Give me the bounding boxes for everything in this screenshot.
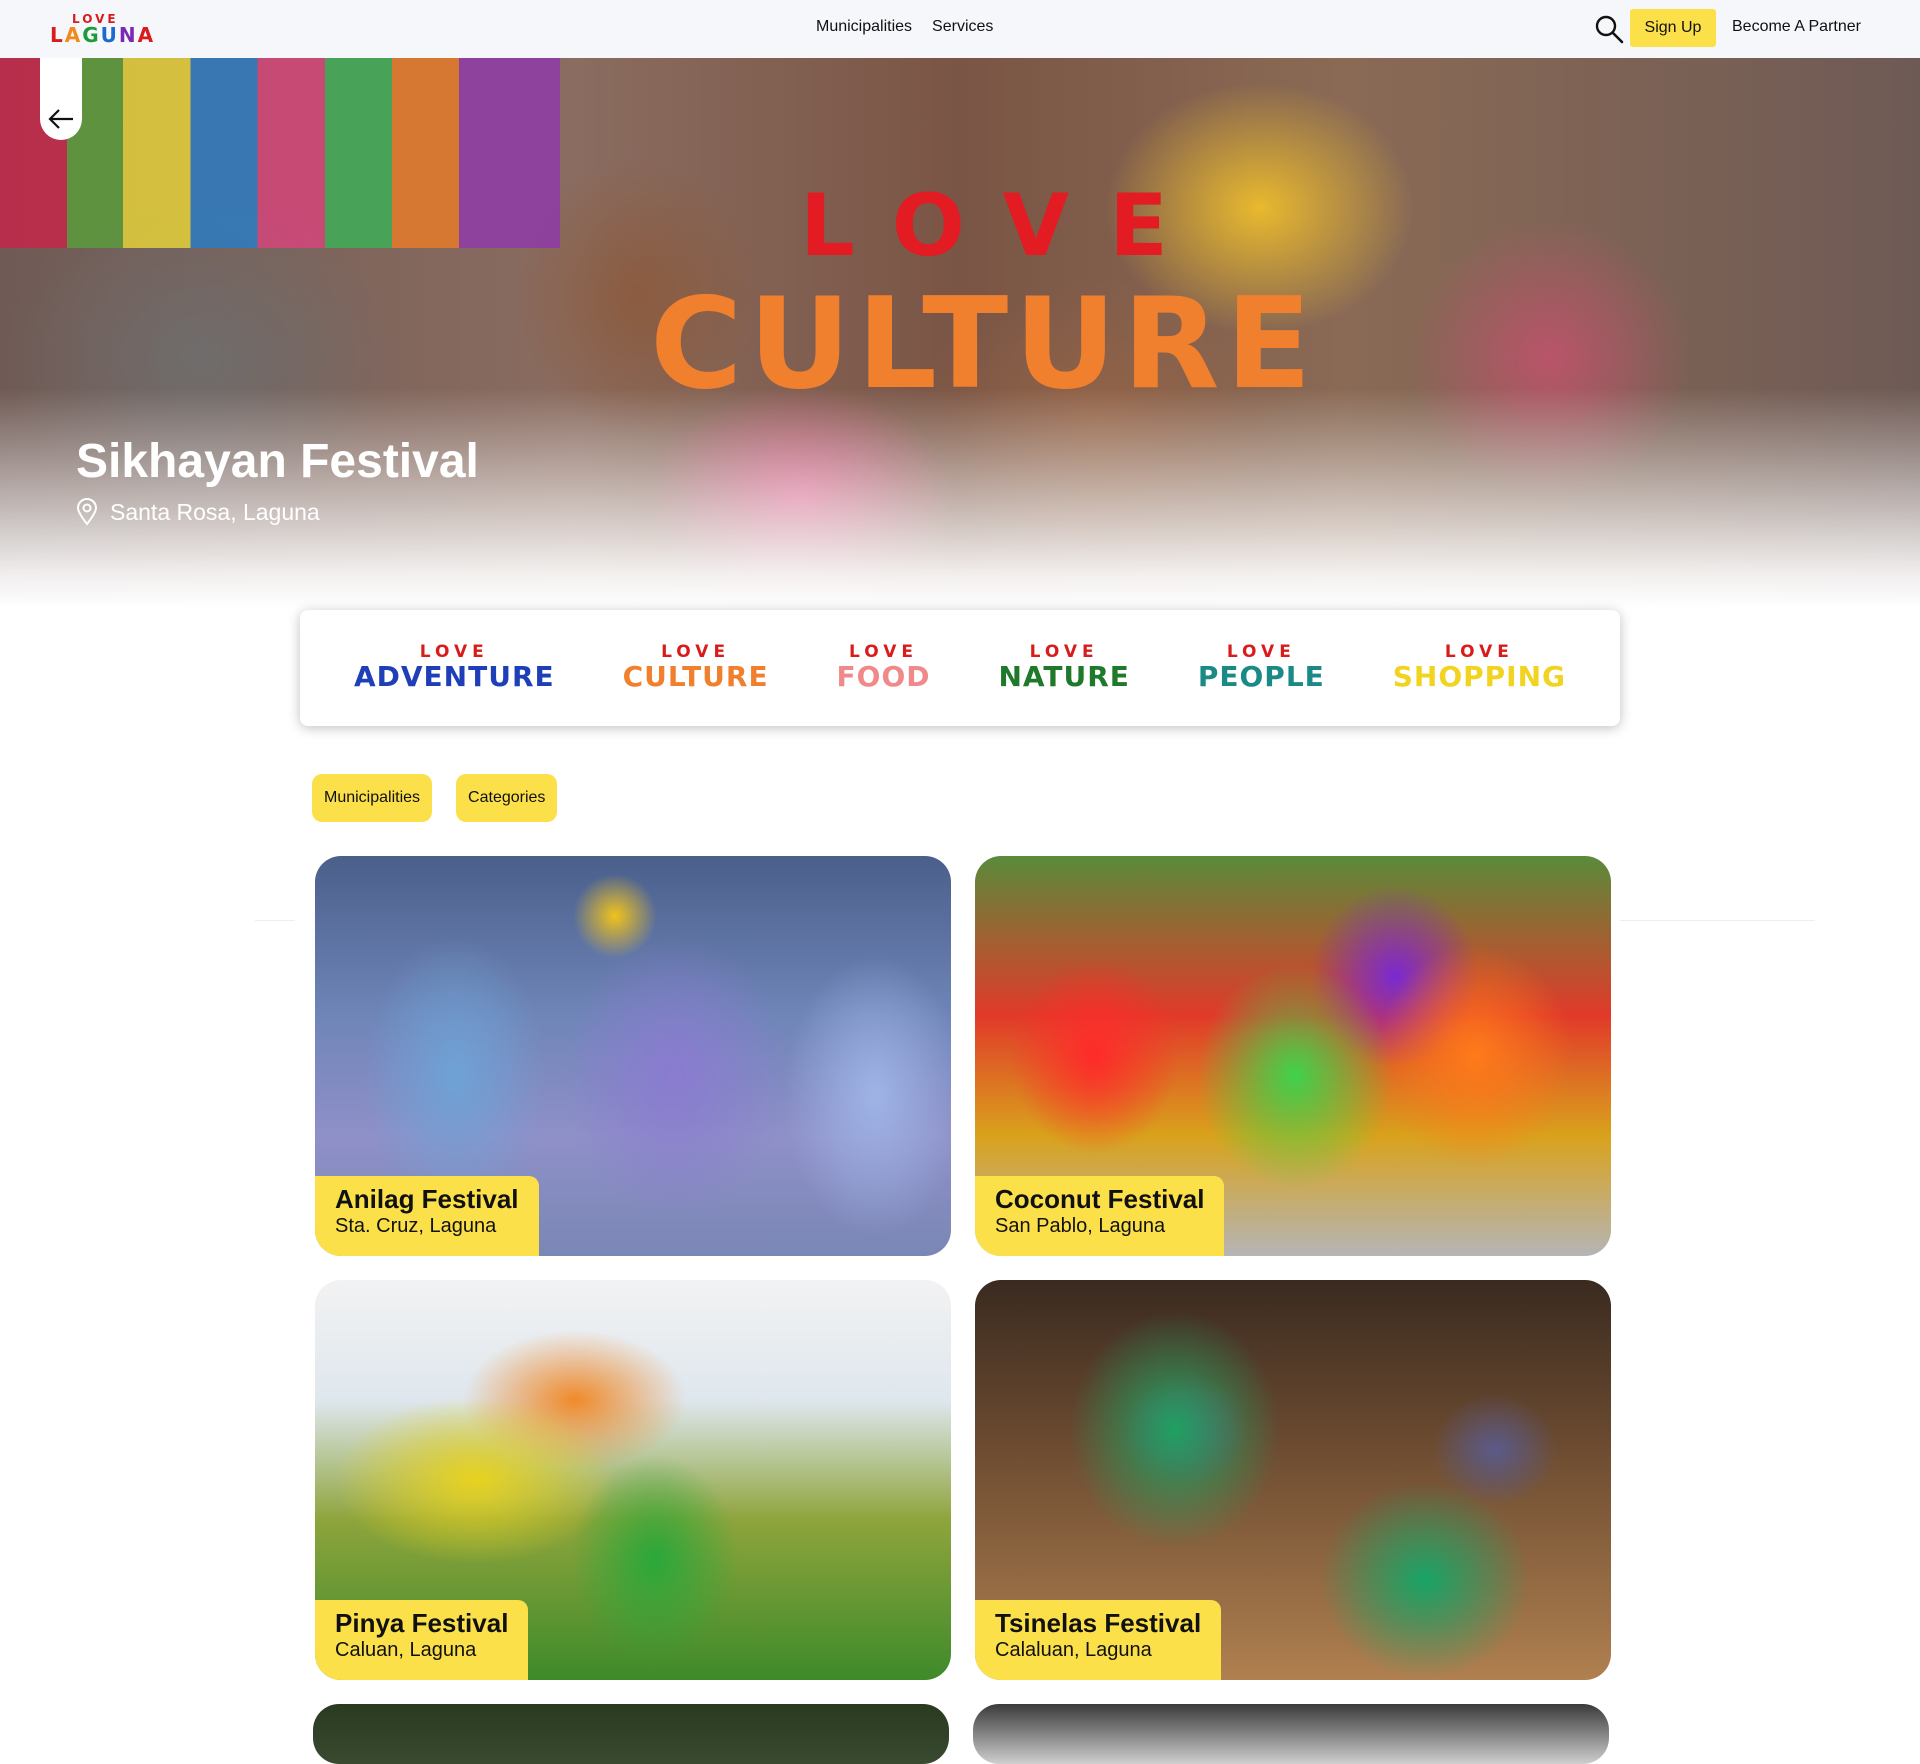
hero-location: Santa Rosa, Laguna — [76, 498, 320, 526]
sign-up-button[interactable]: Sign Up — [1630, 9, 1716, 47]
festival-card-tsinelas[interactable]: Tsinelas Festival Calaluan, Laguna — [975, 1280, 1611, 1680]
arrow-left-icon — [48, 109, 73, 129]
category-bar: LOVE ADVENTURE LOVE CULTURE LOVE FOOD LO… — [300, 610, 1620, 726]
category-love-text: LOVE — [1444, 642, 1514, 662]
laguna-logo[interactable]: LOVE LAGUNA — [50, 12, 153, 47]
card-title: Tsinelas Festival — [995, 1608, 1202, 1638]
category-label: PEOPLE — [1197, 660, 1325, 693]
category-culture[interactable]: LOVE CULTURE — [623, 643, 769, 693]
category-love-text: LOVE — [849, 642, 919, 662]
festival-card-partial[interactable] — [973, 1704, 1609, 1764]
festival-card-coconut[interactable]: Coconut Festival San Pablo, Laguna — [975, 856, 1611, 1256]
category-food[interactable]: LOVE FOOD — [837, 643, 931, 693]
card-label: Pinya Festival Caluan, Laguna — [315, 1600, 529, 1680]
hero-banner: LOVE CULTURE Sikhayan Festival Santa Ros… — [0, 58, 1920, 608]
category-shopping[interactable]: LOVE SHOPPING — [1393, 643, 1566, 693]
hero-location-text: Santa Rosa, Laguna — [110, 498, 320, 525]
category-people[interactable]: LOVE PEOPLE — [1198, 643, 1325, 693]
category-love-text: LOVE — [661, 642, 731, 662]
filter-bar: Municipalities Categories — [312, 774, 558, 822]
card-location: Caluan, Laguna — [335, 1639, 477, 1661]
card-location: Calaluan, Laguna — [995, 1639, 1152, 1661]
category-label: SHOPPING — [1392, 660, 1567, 693]
category-love-text: LOVE — [1029, 642, 1099, 662]
hero-love-text: LOVE — [800, 176, 1208, 276]
category-label: NATURE — [998, 660, 1130, 693]
top-navbar: LOVE LAGUNA Municipalities Services Sign… — [0, 0, 1920, 58]
municipalities-filter-button[interactable]: Municipalities — [312, 774, 433, 822]
divider — [255, 920, 295, 921]
card-title: Anilag Festival — [335, 1184, 519, 1214]
nav-services[interactable]: Services — [932, 18, 993, 36]
nav-municipalities[interactable]: Municipalities — [816, 18, 912, 36]
categories-filter-button[interactable]: Categories — [456, 774, 558, 822]
card-label: Tsinelas Festival Calaluan, Laguna — [975, 1600, 1222, 1680]
back-button[interactable] — [40, 58, 82, 140]
card-location: San Pablo, Laguna — [995, 1215, 1166, 1237]
festival-card-anilag[interactable]: Anilag Festival Sta. Cruz, Laguna — [315, 856, 951, 1256]
card-label: Anilag Festival Sta. Cruz, Laguna — [315, 1176, 539, 1256]
category-love-text: LOVE — [1226, 642, 1296, 662]
location-pin-icon — [76, 498, 98, 526]
main-nav: Municipalities Services — [816, 18, 993, 36]
category-label: ADVENTURE — [353, 660, 555, 693]
card-title: Pinya Festival — [335, 1608, 509, 1638]
hero-background-mural — [0, 58, 560, 248]
festival-card-pinya[interactable]: Pinya Festival Caluan, Laguna — [315, 1280, 951, 1680]
divider — [1620, 920, 1815, 921]
card-location: Sta. Cruz, Laguna — [335, 1215, 497, 1237]
card-label: Coconut Festival San Pablo, Laguna — [975, 1176, 1225, 1256]
logo-laguna-text: LAGUNA — [50, 23, 156, 47]
category-label: CULTURE — [622, 660, 769, 693]
category-nature[interactable]: LOVE NATURE — [998, 643, 1129, 693]
category-love-text: LOVE — [419, 642, 489, 662]
hero-category-title: CULTURE — [650, 270, 1318, 417]
category-adventure[interactable]: LOVE ADVENTURE — [354, 643, 555, 693]
page-title: Sikhayan Festival — [76, 435, 479, 488]
card-title: Coconut Festival — [995, 1184, 1205, 1214]
search-icon[interactable] — [1594, 14, 1624, 44]
category-label: FOOD — [836, 660, 931, 693]
become-partner-link[interactable]: Become A Partner — [1732, 18, 1861, 36]
festival-card-partial[interactable] — [313, 1704, 949, 1764]
